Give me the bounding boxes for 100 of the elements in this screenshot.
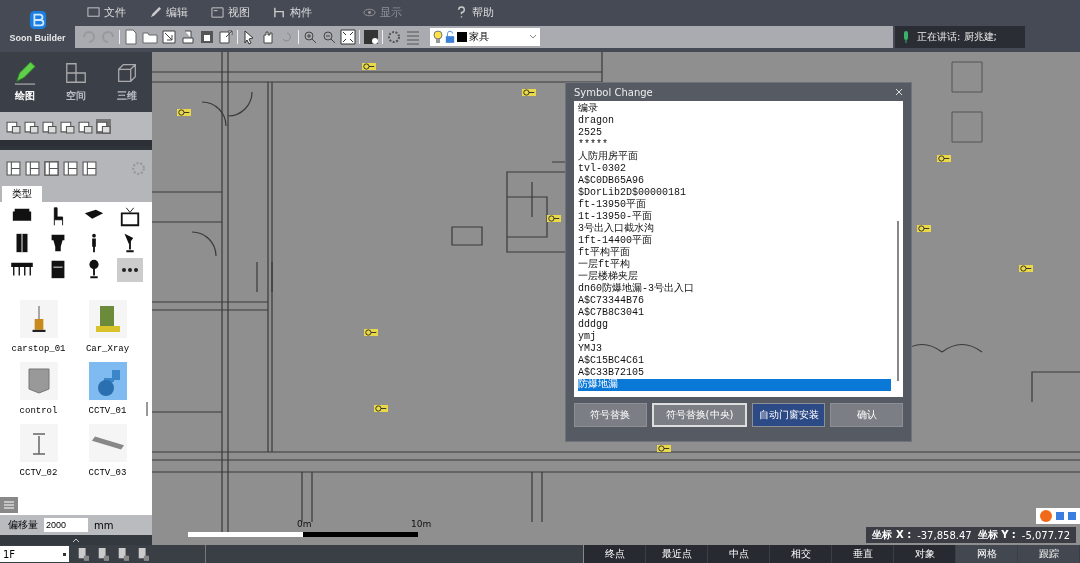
library-item[interactable]: CCTV_01: [73, 362, 142, 416]
key-icon: [917, 224, 931, 233]
key-icon: [522, 88, 536, 97]
symbol-list-item[interactable]: A$C73344B76: [578, 295, 891, 307]
zoom-in-icon[interactable]: [302, 28, 318, 45]
symbol-list-item[interactable]: 一层ft平构: [578, 259, 891, 271]
symbol-list-item[interactable]: ymj: [578, 331, 891, 343]
add-floor-icon[interactable]: [76, 547, 89, 561]
key-icon: [177, 108, 191, 117]
key-icon: [937, 154, 951, 163]
component-icon: [273, 6, 286, 19]
symbol-list-item[interactable]: 1t-13950-平面: [578, 211, 891, 223]
offset-input[interactable]: 2000: [44, 518, 88, 532]
library-item[interactable]: carstop_01: [4, 300, 73, 354]
microphone-icon: [903, 30, 909, 43]
library-item[interactable]: CCTV_02: [4, 424, 73, 478]
mode-tab[interactable]: 三维: [101, 52, 152, 112]
snap-toggle[interactable]: 终点: [584, 545, 646, 563]
lock-icon: [445, 29, 455, 44]
coordinate-label: 坐标 Y :: [977, 528, 1016, 542]
scrollbar-thumb[interactable]: [897, 221, 899, 381]
menu-item[interactable]: 帮助: [455, 5, 517, 20]
scrollbar-thumb[interactable]: [146, 402, 148, 416]
dialog-button[interactable]: 符号替换(中央): [652, 403, 748, 427]
symbol-list-item[interactable]: YMJ3: [578, 343, 891, 355]
item-label: CCTV_02: [19, 468, 58, 478]
zoom-extents-icon[interactable]: [340, 28, 356, 45]
menu-item[interactable]: 构件: [273, 5, 335, 20]
app-logo-text: Soon Builder: [9, 32, 66, 43]
ime-logo-icon: [1040, 510, 1052, 522]
gear-icon[interactable]: [386, 28, 402, 45]
zoom-out-icon[interactable]: [321, 28, 337, 45]
printer-icon[interactable]: [180, 28, 196, 45]
copy-floor-icon[interactable]: [136, 547, 149, 561]
symbol-list-item[interactable]: dddgg: [578, 319, 891, 331]
dialog-button[interactable]: 确认: [830, 403, 903, 427]
import-icon[interactable]: [161, 28, 177, 45]
snap-toggle[interactable]: 垂直: [832, 545, 894, 563]
scale-label: 10m: [411, 519, 432, 529]
layers-icon[interactable]: [199, 28, 215, 45]
list-toggle-button[interactable]: [0, 497, 18, 513]
symbol-list-item[interactable]: A$C33B72105: [578, 367, 891, 379]
symbol-list-item[interactable]: 3号出入口截水沟: [578, 223, 891, 235]
remove-floor-icon[interactable]: [96, 547, 109, 561]
item-label: Car_Xray: [85, 344, 130, 354]
input-method-toolbar[interactable]: [1036, 508, 1080, 524]
snap-toggle[interactable]: 对象: [894, 545, 956, 563]
library-item[interactable]: CCTV_03: [73, 424, 142, 478]
symbol-list-item[interactable]: tvl-0302: [578, 163, 891, 175]
dialog-title: Symbol Change: [574, 86, 653, 98]
library-item[interactable]: control: [4, 362, 73, 416]
close-icon[interactable]: [895, 88, 903, 96]
menu-item[interactable]: 文件: [87, 5, 149, 20]
item-label: CCTV_03: [88, 468, 127, 478]
symbol-list-item[interactable]: *****: [578, 139, 891, 151]
symbol-list-item[interactable]: 一层楼梯夹层: [578, 271, 891, 283]
snap-toggle[interactable]: 中点: [708, 545, 770, 563]
symbol-list-item[interactable]: 1ft-14400平面: [578, 235, 891, 247]
light-bulb-icon: [433, 29, 443, 44]
key-icon: [657, 444, 671, 453]
menu-item[interactable]: 编辑: [149, 5, 211, 20]
snap-toggle[interactable]: 网格: [956, 545, 1018, 563]
more-symbols-icon[interactable]: [117, 258, 143, 282]
menu-item[interactable]: 视图: [211, 5, 273, 20]
chevron-up-icon[interactable]: [72, 537, 80, 543]
unit-label: mm: [94, 519, 114, 531]
hand-icon[interactable]: [260, 28, 276, 45]
grid-settings-icon[interactable]: [363, 28, 379, 45]
dialog-button[interactable]: 自动门窗安装: [752, 403, 826, 427]
library-item[interactable]: Car_Xray: [73, 300, 142, 354]
symbol-list-item[interactable]: ft平构平面: [578, 247, 891, 259]
document-icon[interactable]: [123, 28, 139, 45]
symbol-list-item[interactable]: A$C7B8C3041: [578, 307, 891, 319]
tv-icon[interactable]: [119, 206, 141, 228]
symbol-list-item[interactable]: $DorLib2D$00000181: [578, 187, 891, 199]
symbol-list-item[interactable]: 人防用房平面: [578, 151, 891, 163]
floor-settings-icon[interactable]: [116, 547, 129, 561]
pencil-icon: [13, 61, 38, 85]
snap-toggle[interactable]: 相交: [770, 545, 832, 563]
symbol-list-item[interactable]: 防爆地漏: [578, 379, 891, 391]
symbol-list-item[interactable]: 2525: [578, 127, 891, 139]
speaking-text: 正在讲话: 厨兆建;: [917, 29, 997, 44]
symbol-list-item[interactable]: A$C15BC4C61: [578, 355, 891, 367]
export-icon[interactable]: [218, 28, 234, 45]
mode-tab[interactable]: 空间: [50, 52, 102, 112]
bullet-camera-drawing: [91, 436, 124, 450]
layer-dropdown[interactable]: 家具: [430, 27, 540, 46]
symbol-list-item[interactable]: ft-13950平面: [578, 199, 891, 211]
snap-toggle[interactable]: 最近点: [646, 545, 708, 563]
symbol-list-item[interactable]: A$C0DB65A96: [578, 175, 891, 187]
dialog-button[interactable]: 符号替换: [574, 403, 647, 427]
floor-dropdown[interactable]: 1F: [0, 546, 69, 562]
symbol-list-item[interactable]: dragon: [578, 115, 891, 127]
key-icon: [1019, 264, 1033, 273]
symbol-list-item[interactable]: 编录: [578, 103, 891, 115]
type-tab[interactable]: 类型: [2, 186, 42, 202]
symbol-list-item[interactable]: dn60防爆地漏-3号出入口: [578, 283, 891, 295]
help-icon: [455, 6, 468, 19]
mode-tab[interactable]: 绘图: [0, 52, 51, 112]
snap-toggle[interactable]: 跟踪: [1018, 545, 1080, 563]
